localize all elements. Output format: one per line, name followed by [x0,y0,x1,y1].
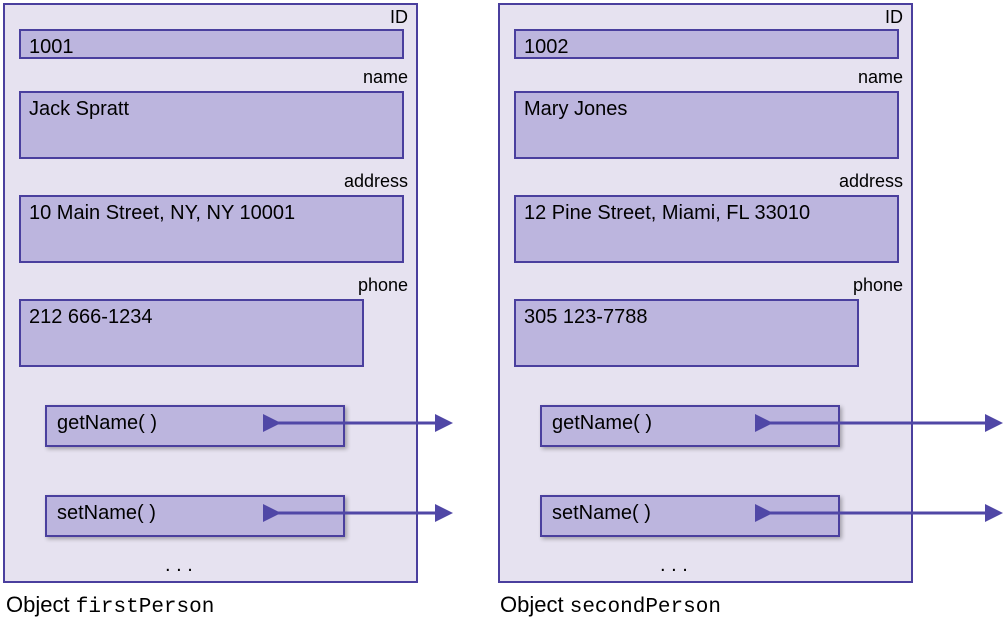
ellipsis: . . . [165,554,193,577]
setName-method: setName( ) [45,495,345,537]
setName-method: setName( ) [540,495,840,537]
caption-firstPerson: Object firstPerson [6,592,214,619]
phone-field: 305 123-7788 [514,299,859,367]
name-field: Mary Jones [514,91,899,159]
phone-label: phone [853,275,903,296]
address-field: 12 Pine Street, Miami, FL 33010 [514,195,899,263]
id-label: ID [390,7,408,28]
object-diagram: ID 1001 name Jack Spratt address 10 Main… [0,0,1007,629]
object-prefix: Object [500,592,564,617]
object-varname: firstPerson [76,596,215,619]
name-label: name [858,67,903,88]
id-field: 1002 [514,29,899,59]
ellipsis: . . . [660,554,688,577]
object-varname: secondPerson [570,596,721,619]
caption-secondPerson: Object secondPerson [500,592,721,619]
phone-field: 212 666-1234 [19,299,364,367]
getName-method: getName( ) [45,405,345,447]
address-label: address [839,171,903,192]
getName-method: getName( ) [540,405,840,447]
object-box-firstPerson: ID 1001 name Jack Spratt address 10 Main… [3,3,418,583]
phone-label: phone [358,275,408,296]
address-field: 10 Main Street, NY, NY 10001 [19,195,404,263]
id-field: 1001 [19,29,404,59]
address-label: address [344,171,408,192]
name-label: name [363,67,408,88]
object-prefix: Object [6,592,70,617]
id-label: ID [885,7,903,28]
object-box-secondPerson: ID 1002 name Mary Jones address 12 Pine … [498,3,913,583]
name-field: Jack Spratt [19,91,404,159]
